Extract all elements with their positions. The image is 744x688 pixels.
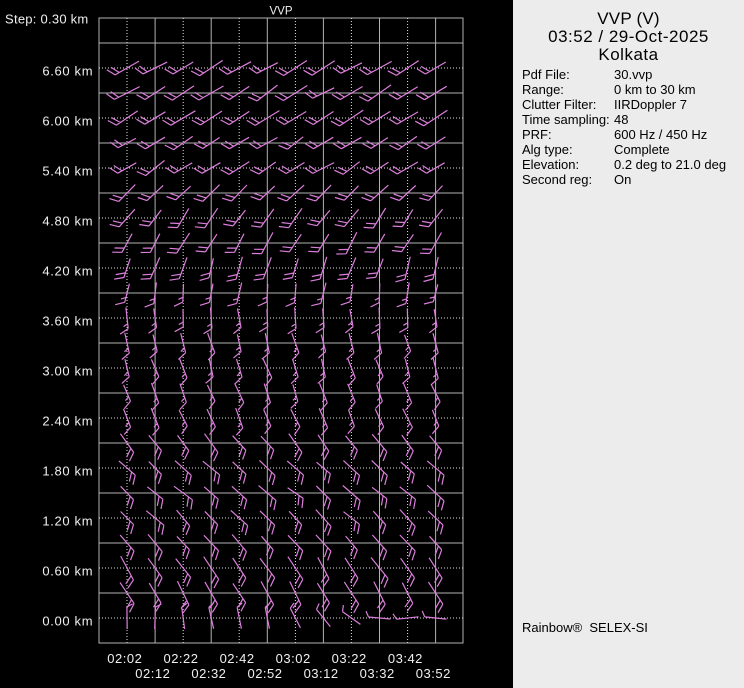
svg-text:03:32: 03:32 <box>360 666 395 681</box>
svg-text:0.60 km: 0.60 km <box>42 563 93 578</box>
svg-text:02:22: 02:22 <box>163 651 198 666</box>
svg-text:Step: 0.30 km: Step: 0.30 km <box>5 11 88 26</box>
svg-text:03:12: 03:12 <box>304 666 339 681</box>
svg-text:5.40 km: 5.40 km <box>42 163 93 178</box>
svg-text:03:22: 03:22 <box>332 651 367 666</box>
svg-text:4.20 km: 4.20 km <box>42 263 93 278</box>
svg-text:02:32: 02:32 <box>191 666 226 681</box>
svg-text:1.20 km: 1.20 km <box>42 513 93 528</box>
svg-text:1.80 km: 1.80 km <box>42 463 93 478</box>
svg-text:03:42: 03:42 <box>388 651 423 666</box>
svg-text:4.80 km: 4.80 km <box>42 213 93 228</box>
svg-text:0.00 km: 0.00 km <box>42 613 93 628</box>
svg-text:2.40 km: 2.40 km <box>42 413 93 428</box>
svg-text:6.60 km: 6.60 km <box>42 63 93 78</box>
svg-text:02:52: 02:52 <box>247 666 282 681</box>
svg-text:03:52: 03:52 <box>416 666 451 681</box>
svg-text:03:02: 03:02 <box>276 651 311 666</box>
svg-text:02:12: 02:12 <box>135 666 170 681</box>
svg-text:VVP: VVP <box>269 5 292 17</box>
svg-text:3.00 km: 3.00 km <box>42 363 93 378</box>
svg-text:02:02: 02:02 <box>107 651 142 666</box>
svg-text:02:42: 02:42 <box>220 651 255 666</box>
svg-text:6.00 km: 6.00 km <box>42 113 93 128</box>
svg-text:3.60 km: 3.60 km <box>42 313 93 328</box>
